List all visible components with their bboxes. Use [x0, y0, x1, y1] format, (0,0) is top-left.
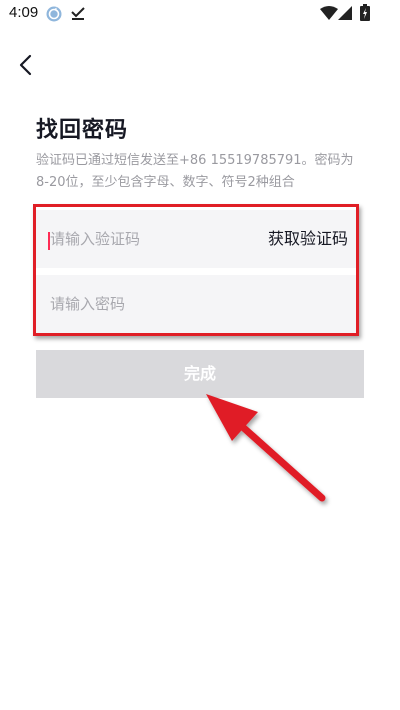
sms-hint-text: 验证码已通过短信发送至+86 15519785791。密码为8-20位，至少包含…: [36, 153, 354, 190]
verification-code-input[interactable]: [50, 210, 250, 268]
verification-code-field: 获取验证码: [36, 210, 356, 268]
status-bar: 4:09: [0, 0, 400, 28]
reset-form: 获取验证码: [36, 210, 356, 333]
sync-icon: [46, 6, 62, 22]
done-button[interactable]: 完成: [36, 350, 364, 398]
download-done-icon: [71, 7, 85, 20]
chevron-left-icon: [19, 54, 32, 76]
battery-icon: [360, 4, 370, 21]
get-code-button[interactable]: 获取验证码: [268, 210, 348, 268]
password-input[interactable]: [50, 275, 340, 333]
status-time: 4:09: [9, 4, 39, 21]
cellular-signal-icon: [338, 6, 352, 20]
password-field: [36, 275, 356, 333]
back-button[interactable]: [10, 50, 42, 82]
wifi-icon: [320, 6, 338, 20]
page-title: 找回密码: [36, 118, 129, 143]
